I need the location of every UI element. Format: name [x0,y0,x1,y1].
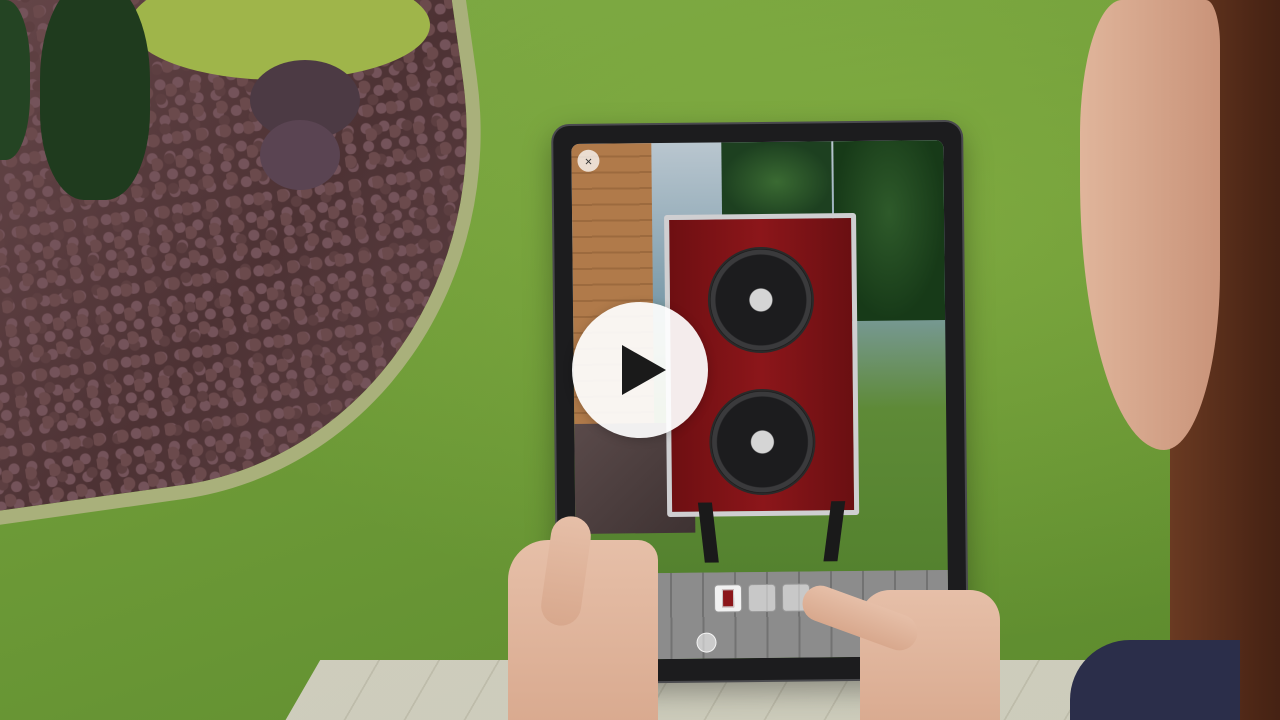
play-icon [622,345,666,395]
play-button[interactable] [572,302,708,438]
heat-pump-icon [721,589,735,608]
person-shoulder [1070,640,1240,720]
conifer-shrub [40,0,150,200]
close-button[interactable]: × [577,149,600,172]
model-thumbnail[interactable] [747,583,777,613]
fan-icon [707,246,815,354]
video-poster: × [0,0,1280,720]
fan-icon [708,388,816,496]
tree [721,141,833,223]
model-picker [713,583,811,613]
shrub [260,120,340,190]
close-icon: × [584,153,593,169]
ar-control-button[interactable] [696,632,717,653]
model-thumbnail[interactable] [713,584,743,613]
